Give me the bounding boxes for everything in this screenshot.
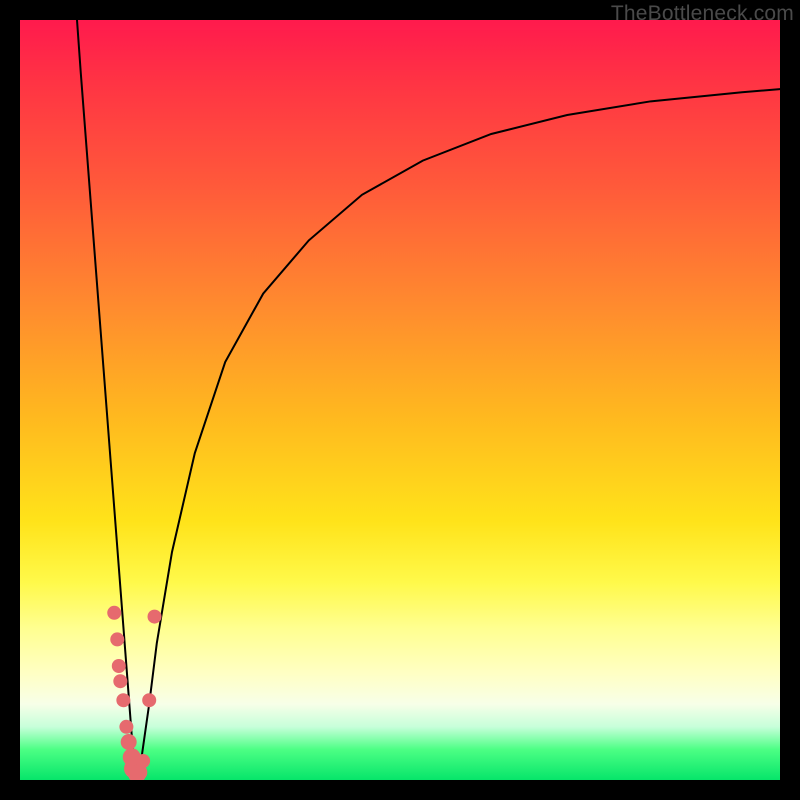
data-point [110, 632, 124, 646]
data-point [119, 720, 133, 734]
data-point [142, 693, 156, 707]
curve-left-branch [77, 20, 136, 780]
data-point [107, 606, 121, 620]
data-point [148, 610, 162, 624]
data-point [136, 754, 150, 768]
bottleneck-curve [20, 20, 780, 780]
data-point [116, 693, 130, 707]
data-point [113, 674, 127, 688]
chart-frame: TheBottleneck.com [0, 0, 800, 800]
data-point [112, 659, 126, 673]
data-point [121, 734, 137, 750]
plot-area [20, 20, 780, 780]
curve-right-branch [136, 89, 780, 780]
data-point-cluster [107, 606, 161, 780]
watermark-text: TheBottleneck.com [611, 2, 794, 26]
